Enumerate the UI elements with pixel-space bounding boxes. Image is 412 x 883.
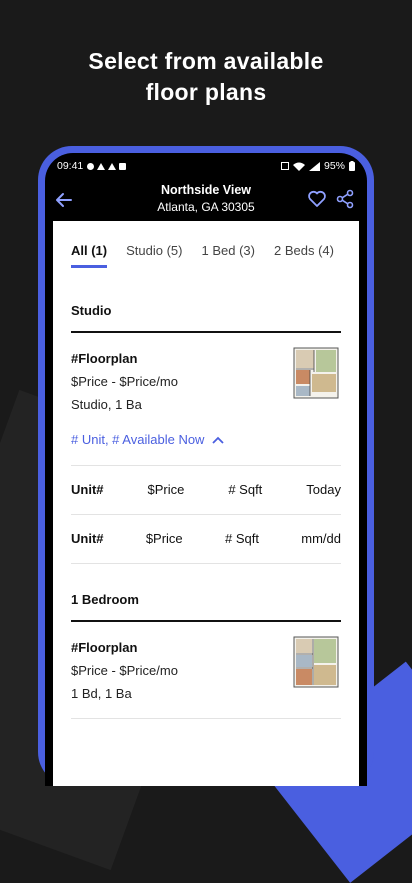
bedroom-filter-tabs: All (1) Studio (5) 1 Bed (3) 2 Beds (4) bbox=[71, 243, 353, 268]
property-name: Northside View bbox=[160, 183, 252, 197]
floorplan-list: All (1) Studio (5) 1 Bed (3) 2 Beds (4) … bbox=[53, 221, 359, 786]
headline-line-1: Select from available bbox=[88, 48, 324, 74]
floorplan-thumbnail[interactable] bbox=[293, 636, 339, 688]
promo-headline: Select from available floor plans bbox=[0, 46, 412, 108]
floorplan-price: $Price - $Price/mo bbox=[71, 374, 178, 389]
floorplan-thumbnail[interactable] bbox=[293, 347, 339, 399]
section-title-studio: Studio bbox=[71, 303, 112, 318]
battery-icon bbox=[349, 161, 355, 171]
floorplan-price: $Price - $Price/mo bbox=[71, 663, 178, 678]
battery-percent: 95% bbox=[323, 160, 345, 172]
status-time: 09:41 bbox=[57, 160, 84, 172]
floorplan-divider bbox=[71, 718, 341, 719]
availability-toggle[interactable]: # Unit, # Available Now bbox=[71, 432, 225, 447]
phone-screen: 09:41 95% Northside View Atlanta, GA 303… bbox=[45, 153, 367, 786]
unit-number: Unit# bbox=[71, 531, 104, 546]
unit-available-date: mm/dd bbox=[301, 531, 341, 546]
phone-frame: 09:41 95% Northside View Atlanta, GA 303… bbox=[38, 146, 374, 786]
floorplan-name[interactable]: #Floorplan bbox=[71, 640, 137, 655]
unit-sqft: # Sqft bbox=[228, 482, 263, 497]
unit-row[interactable]: Unit# $Price # Sqft Today bbox=[71, 482, 341, 497]
tab-2-beds[interactable]: 2 Beds (4) bbox=[274, 243, 334, 268]
back-arrow-icon[interactable] bbox=[53, 189, 75, 211]
share-icon[interactable] bbox=[335, 189, 355, 209]
floorplan-details: Studio, 1 Ba bbox=[71, 397, 142, 412]
status-bar: 09:41 95% bbox=[45, 153, 367, 179]
section-divider bbox=[71, 331, 341, 333]
headline-line-2: floor plans bbox=[145, 79, 267, 105]
unit-price: $Price bbox=[147, 482, 185, 497]
unit-row[interactable]: Unit# $Price # Sqft mm/dd bbox=[71, 531, 341, 546]
floorplan-name[interactable]: #Floorplan bbox=[71, 351, 137, 366]
section-title-1-bedroom: 1 Bedroom bbox=[71, 592, 139, 607]
notification-triangle-icon bbox=[108, 162, 117, 170]
property-address: Atlanta, GA 30305 bbox=[157, 200, 255, 214]
unit-row-divider bbox=[71, 465, 341, 466]
unit-number: Unit# bbox=[71, 482, 104, 497]
notification-square-icon bbox=[119, 162, 127, 170]
chevron-up-icon bbox=[212, 436, 225, 444]
section-divider bbox=[71, 620, 341, 622]
system-icons: 95% bbox=[280, 160, 355, 172]
app-bar: Northside View Atlanta, GA 30305 bbox=[45, 179, 367, 221]
unit-price: $Price bbox=[145, 531, 183, 546]
notification-dot-icon bbox=[87, 162, 95, 170]
wifi-icon bbox=[292, 162, 305, 171]
signal-icon bbox=[308, 161, 320, 171]
heart-icon[interactable] bbox=[307, 189, 327, 209]
app-bar-title: Northside View Atlanta, GA 30305 bbox=[105, 183, 307, 214]
unit-sqft: # Sqft bbox=[224, 531, 259, 546]
unit-row-divider bbox=[71, 563, 341, 564]
unit-row-divider bbox=[71, 514, 341, 515]
notification-icons bbox=[87, 162, 127, 170]
tab-studio[interactable]: Studio (5) bbox=[126, 243, 182, 268]
notification-triangle-icon bbox=[97, 162, 106, 170]
floorplan-details: 1 Bd, 1 Ba bbox=[71, 686, 132, 701]
unit-available-date: Today bbox=[306, 482, 341, 497]
tab-1-bed[interactable]: 1 Bed (3) bbox=[202, 243, 255, 268]
cast-icon bbox=[280, 162, 289, 170]
tab-all[interactable]: All (1) bbox=[71, 243, 108, 268]
availability-text: # Unit, # Available Now bbox=[71, 432, 205, 447]
